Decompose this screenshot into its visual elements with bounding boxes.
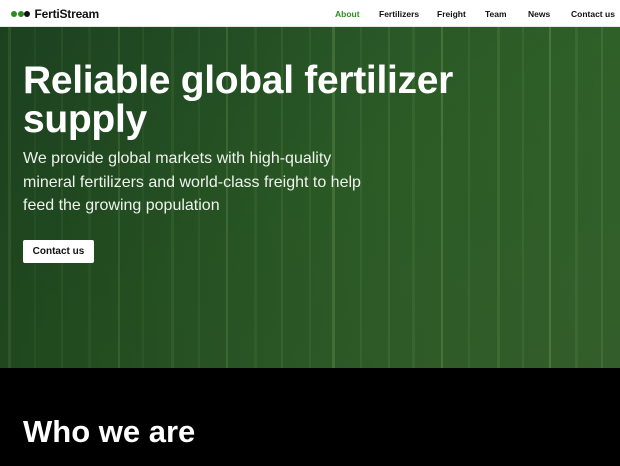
nav-fertilizers[interactable]: Fertilizers [379,8,419,20]
nav-contact-us[interactable]: Contact us [571,8,615,20]
nav-freight[interactable]: Freight [437,8,466,20]
nav-about[interactable]: About [335,8,360,20]
contact-us-button[interactable]: Contact us [23,240,94,263]
hero-description: We provide global markets with high-qual… [23,150,361,214]
nav-news[interactable]: News [528,8,550,20]
site-header: FertiStream About Fertilizers Freight Te… [0,0,620,27]
main-nav: About Fertilizers Freight Team News Cont… [0,8,620,20]
hero-title: Reliable global fertilizer supply [23,59,453,141]
hero-section: Reliable global fertilizer supply We pro… [0,27,620,368]
who-we-are-section: Who we are [0,368,620,466]
section-title: Who we are [23,414,196,449]
nav-team[interactable]: Team [485,8,507,20]
